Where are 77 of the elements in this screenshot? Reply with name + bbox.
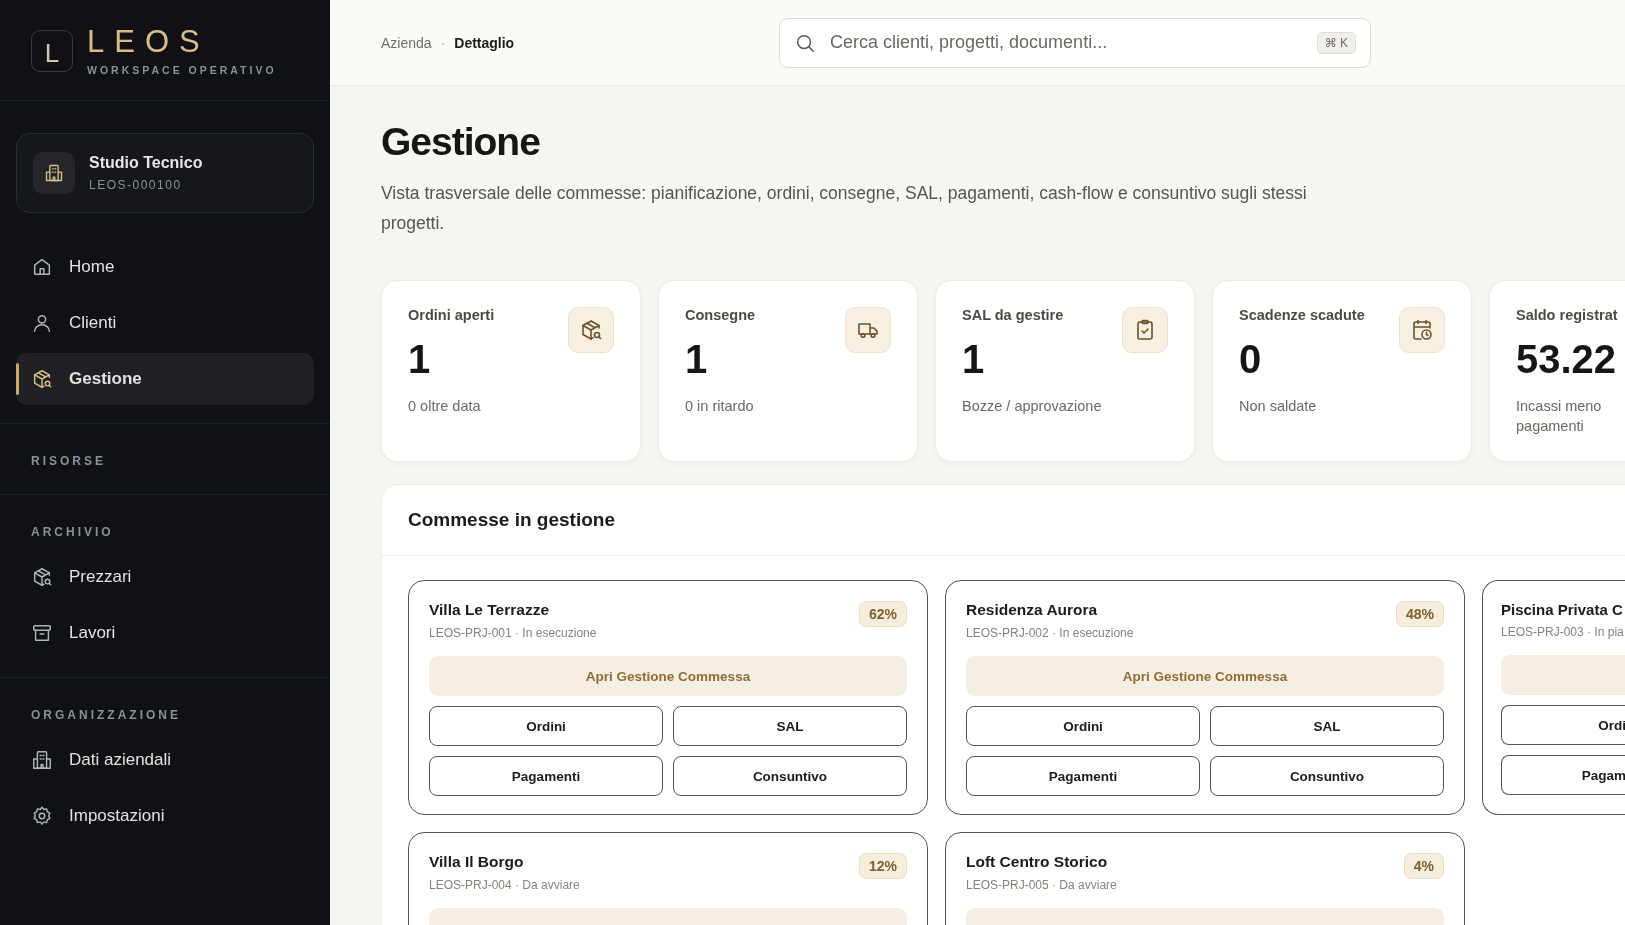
nav-item[interactable]: Dati aziendali — [16, 734, 314, 786]
stat-value: 53.22 — [1516, 337, 1618, 382]
workspace-card[interactable]: Studio Tecnico LEOS-000100 — [16, 133, 314, 213]
search-bar[interactable]: Cerca clienti, progetti, documenti... ⌘ K — [779, 17, 1371, 68]
open-project-button[interactable]: Apri Gestione Commessa — [966, 656, 1444, 696]
project-name: Loft Centro Storico — [966, 853, 1109, 871]
project-subtitle: LEOS-PRJ-002 · In esecuzione — [966, 626, 1134, 640]
progress-badge: 12% — [858, 853, 907, 879]
package-search-icon — [31, 368, 53, 390]
workspace-code: LEOS-000100 — [89, 178, 183, 192]
nav-item[interactable]: Lavori — [16, 607, 314, 659]
stat-value: 1 — [962, 337, 986, 382]
project-name: Piscina Privata C — [1501, 601, 1624, 618]
stat-note: Non saldate — [1239, 397, 1318, 416]
project-action-button[interactable]: SAL — [673, 706, 907, 746]
house-icon — [31, 256, 53, 278]
workspace-name: Studio Tecnico — [89, 154, 203, 172]
building-icon — [31, 749, 53, 771]
nav-item[interactable]: Impostazioni — [16, 790, 314, 842]
project-action-button[interactable]: Consuntivo — [1210, 756, 1444, 796]
shortcut-badge: ⌘ K — [1316, 31, 1356, 54]
progress-badge: 48% — [1395, 601, 1444, 627]
nav-item[interactable]: Clienti — [16, 297, 314, 349]
section-title: RISORSE — [30, 453, 107, 470]
page-title: Gestione — [381, 120, 541, 164]
progress-badge: 62% — [858, 601, 907, 627]
breadcrumb-item: Dettaglio — [454, 34, 515, 51]
stat-note: Bozze / approvazione — [962, 397, 1103, 416]
nav-item[interactable]: Gestione — [16, 353, 314, 405]
breadcrumb-item[interactable]: Azienda — [381, 34, 432, 51]
stat-note: 0 oltre data — [408, 397, 482, 416]
package-search-icon — [579, 318, 603, 342]
user-icon — [31, 312, 53, 334]
section-title: ORGANIZZAZIONE — [30, 707, 182, 724]
calendar-clock-icon — [1410, 318, 1434, 342]
project-action-button[interactable]: Ordi — [1501, 705, 1625, 745]
stat-label: Saldo registrat — [1516, 307, 1619, 323]
project-action-button[interactable]: Pagamenti — [966, 756, 1200, 796]
stat-value: 1 — [685, 337, 709, 382]
project-action-button[interactable]: Ordini — [429, 706, 663, 746]
open-project-button[interactable]: Apri Gestione Commessa — [429, 656, 907, 696]
nav-item[interactable]: Prezzari — [16, 551, 314, 603]
stat-label: Ordini aperti — [408, 307, 496, 323]
stat-value: 1 — [408, 337, 432, 382]
stat-note: 0 in ritardo — [685, 397, 755, 416]
project-name: Villa Il Borgo — [429, 853, 525, 871]
project-action-button[interactable]: Pagamenti — [429, 756, 663, 796]
logo-mark: L — [31, 30, 73, 72]
stat-note: Incassi meno pagamenti — [1516, 397, 1603, 436]
package-search-icon — [31, 566, 53, 588]
project-action-button[interactable]: Consuntivo — [673, 756, 907, 796]
stat-label: Scadenze scadute — [1239, 307, 1366, 323]
stat-value: 0 — [1239, 337, 1263, 382]
stat-label: SAL da gestire — [962, 307, 1065, 323]
project-name: Villa Le Terrazze — [429, 601, 551, 619]
open-project-button[interactable] — [1501, 655, 1625, 695]
project-name: Residenza Aurora — [966, 601, 1099, 619]
progress-badge: 4% — [1403, 853, 1444, 879]
breadcrumb-separator: · — [440, 34, 446, 51]
archive-box-icon — [31, 622, 53, 644]
project-subtitle: LEOS-PRJ-004 · Da avviare — [429, 878, 580, 892]
logo-tagline: WORKSPACE OPERATIVO — [87, 64, 277, 76]
project-action-button[interactable]: SAL — [1210, 706, 1444, 746]
page-description: Vista trasversale delle commesse: pianificazione, ordini, consegne, SAL, pagamenti, cash-flow e consuntivo sugli stessi progetti. — [381, 182, 1308, 235]
project-subtitle: LEOS-PRJ-003 · In pia — [1501, 625, 1624, 639]
nav-item[interactable]: Home — [16, 241, 314, 293]
panel-title: Commesse in gestione — [382, 485, 1625, 556]
section-title: ARCHIVIO — [30, 524, 115, 541]
gear-icon — [31, 805, 53, 827]
stat-label: Consegne — [685, 307, 757, 323]
project-action-button[interactable]: Pagam — [1501, 755, 1625, 795]
search-field[interactable]: Cerca clienti, progetti, documenti... — [828, 31, 1305, 54]
project-subtitle: LEOS-PRJ-005 · Da avviare — [966, 878, 1117, 892]
project-action-button[interactable]: Ordini — [966, 706, 1200, 746]
logo-name: LEOS — [87, 26, 211, 57]
building-icon — [44, 163, 64, 183]
project-subtitle: LEOS-PRJ-001 · In esecuzione — [429, 626, 597, 640]
